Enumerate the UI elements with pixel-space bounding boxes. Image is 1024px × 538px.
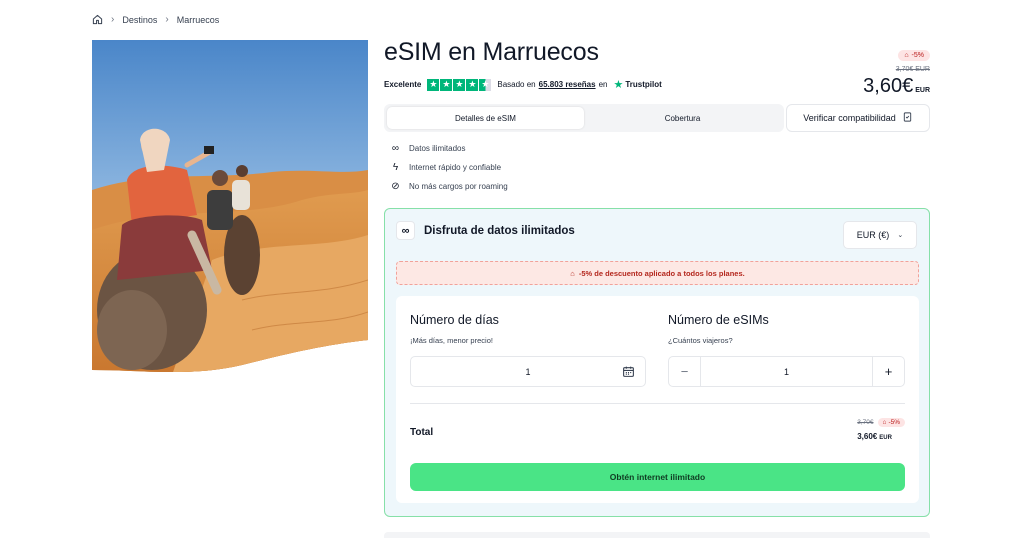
lightning-icon: ϟ (392, 161, 399, 173)
clipboard-check-icon (902, 111, 913, 125)
total-price: 3,70€ ⌂ -5% 3,60€ EUR (857, 418, 905, 441)
home-icon[interactable] (92, 14, 103, 25)
hero-image (92, 40, 368, 375)
reviews-link[interactable]: 65.803 reseñas (539, 80, 596, 89)
days-title: Número de días (410, 313, 499, 327)
esims-subtitle: ¿Cuántos viajeros? (668, 336, 733, 345)
divider (410, 403, 905, 404)
half-star-icon: ★ (479, 78, 492, 91)
tag-icon: ⌂ (904, 52, 909, 59)
rating-based-on: Basado en (497, 80, 536, 89)
tab-coverage[interactable]: Cobertura (584, 107, 781, 129)
trustpilot-label: Trustpilot (625, 80, 662, 89)
chevron-right-icon: › (165, 14, 169, 25)
breadcrumb: › Destinos › Marruecos (92, 14, 219, 25)
page-title: eSIM en Marruecos (384, 38, 599, 66)
old-price: 3,70€ EUR (895, 66, 930, 73)
feature-item: ⊘ No más cargos por roaming (390, 180, 508, 192)
feature-label: Internet rápido y confiable (409, 162, 502, 172)
decrement-button[interactable]: − (669, 357, 701, 386)
verify-compatibility-label: Verificar compatibilidad (803, 113, 896, 123)
currency-value: EUR (€) (856, 230, 890, 240)
star-icon: ★ (440, 78, 453, 91)
days-field[interactable]: 1 (410, 356, 646, 387)
total-old-price: 3,70€ (857, 419, 874, 426)
verify-compatibility-button[interactable]: Verificar compatibilidad (786, 104, 930, 132)
feature-item: ∞ Datos ilimitados (390, 142, 508, 154)
promo-banner: ⌂ -5% de descuento aplicado a todos los … (396, 261, 919, 285)
get-unlimited-internet-button[interactable]: Obtén internet ilimitado (410, 463, 905, 491)
rating-label: Excelente (384, 80, 422, 89)
star-icon: ★ (453, 78, 466, 91)
current-price-value: 3,60€ (863, 75, 914, 97)
feature-list: ∞ Datos ilimitados ϟ Internet rápido y c… (390, 142, 508, 192)
tab-bar: Detalles de eSIM Cobertura (384, 104, 784, 132)
price-block: ⌂ -5% 3,70€ EUR 3,60€ EUR (863, 44, 930, 98)
esims-title: Número de eSIMs (668, 313, 769, 327)
increment-button[interactable]: + (872, 357, 904, 386)
esim-quantity-value[interactable]: 1 (701, 367, 872, 377)
breadcrumb-marruecos: Marruecos (176, 14, 220, 25)
infinity-icon: ∞ (396, 221, 415, 240)
currency-select[interactable]: EUR (€) ⌄ (843, 221, 917, 249)
chevron-down-icon: ⌄ (897, 232, 904, 239)
days-subtitle: ¡Más días, menor precio! (410, 336, 493, 345)
star-icon: ★ (466, 78, 479, 91)
rating-on: en (598, 80, 608, 89)
tag-icon: ⌂ (570, 268, 575, 278)
next-section-edge (384, 532, 930, 538)
total-final-currency: EUR (879, 435, 892, 441)
total-discount-badge: ⌂ -5% (877, 418, 905, 427)
total-label: Total (410, 427, 434, 438)
trustpilot-logo[interactable]: ★ Trustpilot (613, 78, 661, 91)
breadcrumb-destinos[interactable]: Destinos (122, 15, 157, 25)
discount-value: -5% (911, 52, 924, 59)
days-value: 1 (525, 366, 531, 377)
total-discount-value: -5% (888, 419, 900, 426)
total-final-value: 3,60€ (857, 432, 878, 441)
star-icon: ★ (427, 78, 440, 91)
tag-icon: ⌂ (882, 419, 887, 426)
no-roaming-icon: ⊘ (391, 180, 400, 192)
chevron-right-icon: › (111, 14, 115, 25)
current-price: 3,60€ EUR (863, 75, 930, 98)
tab-esim-details[interactable]: Detalles de eSIM (387, 107, 584, 129)
rating-stars: ★ ★ ★ ★ ★ (427, 78, 492, 91)
current-price-currency: EUR (915, 87, 930, 94)
plan-card-header: ∞ Disfruta de datos ilimitados (396, 221, 575, 240)
feature-label: Datos ilimitados (409, 143, 466, 153)
calendar-icon[interactable] (622, 365, 635, 380)
trustpilot-star-icon: ★ (613, 79, 624, 91)
plan-card-title: Disfruta de datos ilimitados (424, 224, 575, 237)
feature-label: No más cargos por roaming (409, 181, 508, 191)
feature-item: ϟ Internet rápido y confiable (390, 161, 508, 173)
infinity-icon: ∞ (391, 142, 400, 154)
promo-text: -5% de descuento aplicado a todos los pl… (578, 268, 745, 278)
total-final-price: 3,60€ EUR (857, 432, 905, 441)
plan-config-panel: Número de días ¡Más días, menor precio! … (396, 296, 919, 503)
plan-card: ∞ Disfruta de datos ilimitados EUR (€) ⌄… (384, 208, 930, 517)
esim-quantity-stepper: − 1 + (668, 356, 905, 387)
rating-row: Excelente ★ ★ ★ ★ ★ Basado en 65.803 res… (384, 78, 662, 91)
discount-badge: ⌂ -5% (898, 50, 930, 61)
